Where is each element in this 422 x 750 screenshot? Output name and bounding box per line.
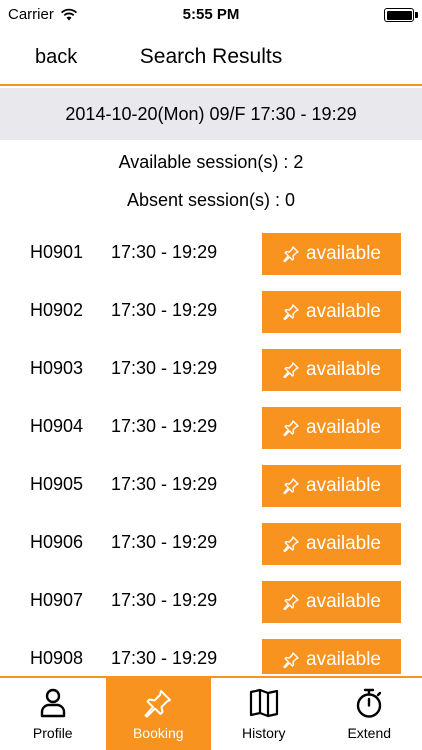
page-title: Search Results: [139, 45, 283, 68]
time-slot: 17:30 - 19:29: [111, 358, 218, 378]
room-number: H0902: [30, 300, 84, 320]
time-slot: 17:30 - 19:29: [111, 590, 218, 610]
tab-label: Booking: [132, 725, 184, 741]
tab-history[interactable]: History: [211, 678, 317, 750]
tab-extend[interactable]: Extend: [317, 678, 422, 750]
room-row: H0902 17:30 - 19:29 available: [0, 290, 422, 333]
tab-label: Profile: [32, 725, 73, 741]
pin-icon: [283, 246, 299, 263]
time-slot: 17:30 - 19:29: [111, 242, 218, 262]
pin-icon: [283, 304, 299, 321]
button-label: available: [306, 417, 381, 438]
session-header: 2014-10-20(Mon) 09/F 17:30 - 19:29: [0, 88, 422, 140]
tab-booking[interactable]: Booking: [105, 678, 211, 750]
room-number: H0908: [30, 648, 84, 668]
room-row: H0904 17:30 - 19:29 available: [0, 406, 422, 449]
available-button[interactable]: available: [262, 639, 401, 674]
room-row: H0907 17:30 - 19:29 available: [0, 580, 422, 623]
room-number: H0906: [30, 532, 84, 552]
tab-label: Extend: [347, 725, 392, 741]
pin-icon: [283, 652, 299, 669]
pin-icon: [283, 478, 299, 495]
battery-icon: [384, 8, 418, 22]
room-row: H0908 17:30 - 19:29 available: [0, 638, 422, 674]
button-label: available: [306, 533, 381, 554]
time-slot: 17:30 - 19:29: [111, 300, 218, 320]
clock: 5:55 PM: [182, 6, 240, 23]
room-number: H0905: [30, 474, 84, 494]
available-button[interactable]: available: [262, 407, 401, 449]
room-row: H0905 17:30 - 19:29 available: [0, 464, 422, 507]
pin-icon: [144, 690, 172, 718]
time-slot: 17:30 - 19:29: [111, 416, 218, 436]
available-button[interactable]: available: [262, 465, 401, 507]
button-label: available: [306, 649, 381, 670]
button-label: available: [306, 475, 381, 496]
tab-label: History: [241, 725, 286, 741]
room-number: H0904: [30, 416, 84, 436]
time-slot: 17:30 - 19:29: [111, 648, 218, 668]
pin-icon: [283, 362, 299, 379]
room-number: H0903: [30, 358, 84, 378]
room-number: H0901: [30, 242, 84, 262]
available-button[interactable]: available: [262, 523, 401, 565]
time-slot: 17:30 - 19:29: [111, 474, 218, 494]
available-button[interactable]: available: [262, 349, 401, 391]
status-bar: Carrier 5:55 PM: [0, 0, 422, 30]
person-icon: [40, 688, 65, 718]
available-button[interactable]: available: [262, 233, 401, 275]
tab-profile[interactable]: Profile: [0, 678, 106, 750]
stopwatch-icon: [357, 688, 382, 718]
button-label: available: [306, 591, 381, 612]
navigation-bar: back Search Results: [0, 30, 422, 86]
room-row: H0901 17:30 - 19:29 available: [0, 232, 422, 275]
tab-bar: Profile Booking History Extend: [0, 676, 422, 750]
absent-sessions-count: Absent session(s) : 0: [126, 190, 296, 210]
pin-icon: [283, 420, 299, 437]
time-slot: 17:30 - 19:29: [111, 532, 218, 552]
available-button[interactable]: available: [262, 581, 401, 623]
button-label: available: [306, 359, 381, 380]
room-number: H0907: [30, 590, 84, 610]
room-row: H0906 17:30 - 19:29 available: [0, 522, 422, 565]
button-label: available: [306, 243, 381, 264]
available-button[interactable]: available: [262, 291, 401, 333]
button-label: available: [306, 301, 381, 322]
available-sessions-count: Available session(s) : 2: [118, 152, 304, 172]
pin-icon: [283, 536, 299, 553]
pin-icon: [283, 594, 299, 611]
book-icon: [249, 688, 278, 718]
room-row: H0903 17:30 - 19:29 available: [0, 348, 422, 391]
room-list: H0901 17:30 - 19:29 available H0902 17:3…: [0, 232, 422, 674]
